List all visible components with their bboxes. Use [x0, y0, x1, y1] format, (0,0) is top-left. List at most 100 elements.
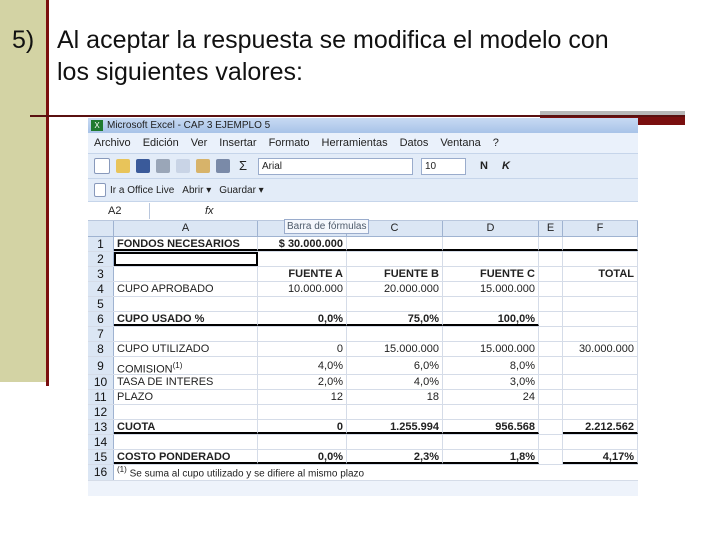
row-header[interactable]: 15 — [88, 450, 114, 464]
cell-c11[interactable]: 18 — [347, 390, 443, 404]
cell-d9[interactable]: 8,0% — [443, 357, 539, 374]
cell-b8[interactable]: 0 — [258, 342, 347, 356]
row-header[interactable]: 8 — [88, 342, 114, 356]
row-header[interactable]: 1 — [88, 237, 114, 251]
cell-c14[interactable] — [347, 435, 443, 449]
font-size-select[interactable]: 10 — [421, 157, 466, 175]
cell-f8[interactable]: 30.000.000 — [563, 342, 638, 356]
row-header[interactable]: 13 — [88, 420, 114, 434]
cell-d12[interactable] — [443, 405, 539, 419]
bold-button[interactable]: N — [480, 160, 488, 172]
name-box[interactable]: A2 — [88, 203, 150, 219]
new-icon[interactable] — [94, 158, 110, 174]
cell-e6[interactable] — [539, 312, 563, 326]
cell-d14[interactable] — [443, 435, 539, 449]
col-header-f[interactable]: F — [563, 221, 638, 236]
cell-f5[interactable] — [563, 297, 638, 311]
cell-d2[interactable] — [443, 252, 539, 266]
row-header[interactable]: 16 — [88, 465, 114, 480]
cell-a10[interactable]: TASA DE INTERES — [114, 375, 258, 389]
cell-a6[interactable]: CUPO USADO % — [114, 312, 258, 326]
cell-c1[interactable] — [347, 237, 443, 251]
cell-c15[interactable]: 2,3% — [347, 450, 443, 464]
menu-herramientas[interactable]: Herramientas — [322, 137, 388, 149]
autosum-icon[interactable]: Σ — [236, 159, 250, 173]
footnote-cell[interactable]: (1) Se suma al cupo utilizado y se difie… — [114, 465, 638, 480]
cell-a15[interactable]: COSTO PONDERADO — [114, 450, 258, 464]
cell-d4[interactable]: 15.000.000 — [443, 282, 539, 296]
save-icon[interactable] — [136, 159, 150, 173]
row-header[interactable]: 6 — [88, 312, 114, 326]
cell-c13[interactable]: 1.255.994 — [347, 420, 443, 434]
cell-e5[interactable] — [539, 297, 563, 311]
cell-c8[interactable]: 15.000.000 — [347, 342, 443, 356]
cell-a5[interactable] — [114, 297, 258, 311]
cell-b3[interactable]: FUENTE A — [258, 267, 347, 281]
cell-a3[interactable] — [114, 267, 258, 281]
cell-b5[interactable] — [258, 297, 347, 311]
cell-f15[interactable]: 4,17% — [563, 450, 638, 464]
row-header[interactable]: 9 — [88, 357, 114, 374]
menu-archivo[interactable]: Archivo — [94, 137, 131, 149]
cell-c10[interactable]: 4,0% — [347, 375, 443, 389]
cell-e4[interactable] — [539, 282, 563, 296]
cell-d6[interactable]: 100,0% — [443, 312, 539, 326]
fx-icon[interactable]: fx — [205, 205, 214, 217]
cell-c7[interactable] — [347, 327, 443, 341]
cell-b10[interactable]: 2,0% — [258, 375, 347, 389]
cell-b2[interactable] — [258, 252, 347, 266]
cell-f3[interactable]: TOTAL — [563, 267, 638, 281]
cell-b7[interactable] — [258, 327, 347, 341]
row-header[interactable]: 12 — [88, 405, 114, 419]
cell-a9[interactable]: COMISION(1) — [114, 357, 258, 374]
row-header[interactable]: 14 — [88, 435, 114, 449]
cell-d10[interactable]: 3,0% — [443, 375, 539, 389]
cell-e8[interactable] — [539, 342, 563, 356]
row-header[interactable]: 3 — [88, 267, 114, 281]
cell-b15[interactable]: 0,0% — [258, 450, 347, 464]
cell-a13[interactable]: CUOTA — [114, 420, 258, 434]
cell-d13[interactable]: 956.568 — [443, 420, 539, 434]
cell-e7[interactable] — [539, 327, 563, 341]
cell-a12[interactable] — [114, 405, 258, 419]
cell-c4[interactable]: 20.000.000 — [347, 282, 443, 296]
col-header-a[interactable]: A — [114, 221, 258, 236]
cell-e9[interactable] — [539, 357, 563, 374]
cell-d7[interactable] — [443, 327, 539, 341]
menu-ventana[interactable]: Ventana — [440, 137, 480, 149]
cell-e14[interactable] — [539, 435, 563, 449]
cell-b9[interactable]: 4,0% — [258, 357, 347, 374]
cell-e15[interactable] — [539, 450, 563, 464]
col-header-d[interactable]: D — [443, 221, 539, 236]
cell-f9[interactable] — [563, 357, 638, 374]
menu-edicion[interactable]: Edición — [143, 137, 179, 149]
row-header[interactable]: 11 — [88, 390, 114, 404]
undo-icon[interactable] — [216, 159, 230, 173]
cell-e12[interactable] — [539, 405, 563, 419]
cell-a4[interactable]: CUPO APROBADO — [114, 282, 258, 296]
cell-d5[interactable] — [443, 297, 539, 311]
cell-e13[interactable] — [539, 420, 563, 434]
cell-b14[interactable] — [258, 435, 347, 449]
open-live-button[interactable]: Abrir ▾ — [182, 185, 211, 196]
row-header[interactable]: 5 — [88, 297, 114, 311]
cell-f6[interactable] — [563, 312, 638, 326]
cell-c2[interactable] — [347, 252, 443, 266]
menu-datos[interactable]: Datos — [400, 137, 429, 149]
cell-c3[interactable]: FUENTE B — [347, 267, 443, 281]
save-live-button[interactable]: Guardar ▾ — [219, 185, 263, 196]
cell-c6[interactable]: 75,0% — [347, 312, 443, 326]
open-icon[interactable] — [116, 159, 130, 173]
cell-d11[interactable]: 24 — [443, 390, 539, 404]
font-name-select[interactable]: Arial — [258, 157, 413, 175]
cell-e11[interactable] — [539, 390, 563, 404]
cell-a7[interactable] — [114, 327, 258, 341]
cell-e2[interactable] — [539, 252, 563, 266]
cell-f7[interactable] — [563, 327, 638, 341]
cell-f12[interactable] — [563, 405, 638, 419]
cell-a14[interactable] — [114, 435, 258, 449]
cell-d15[interactable]: 1,8% — [443, 450, 539, 464]
menu-ver[interactable]: Ver — [191, 137, 208, 149]
menu-insertar[interactable]: Insertar — [219, 137, 256, 149]
cell-f2[interactable] — [563, 252, 638, 266]
